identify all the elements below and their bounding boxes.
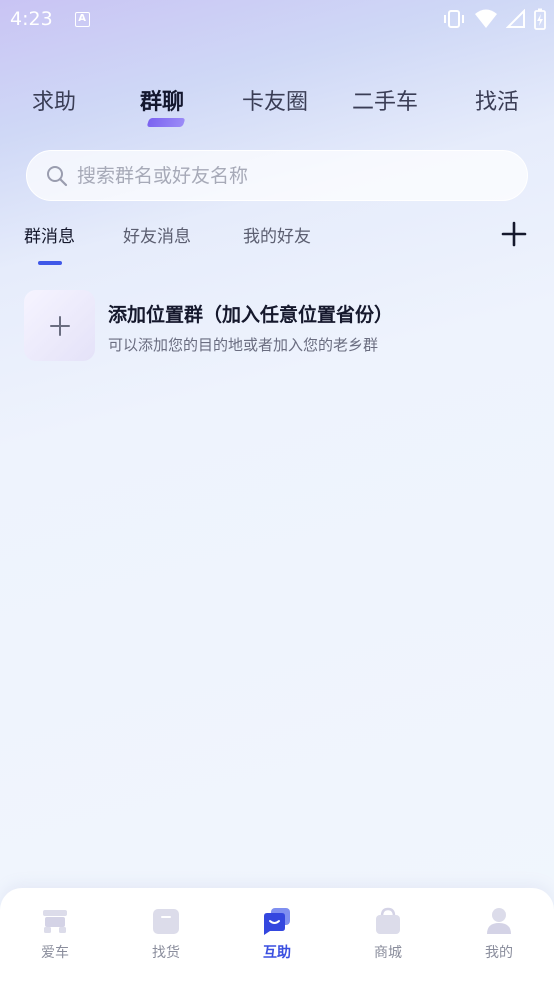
nav-label-find-cargo: 找货 bbox=[152, 945, 180, 961]
subtab-indicator bbox=[38, 261, 62, 265]
truck-icon bbox=[43, 910, 67, 933]
subtab-my-friends[interactable]: 我的好友 bbox=[243, 222, 311, 247]
wifi-icon bbox=[475, 9, 497, 28]
tab-find-work[interactable]: 找活 bbox=[475, 84, 519, 116]
status-bar: 4:23 A bbox=[0, 0, 554, 38]
subtab-friend-messages[interactable]: 好友消息 bbox=[123, 222, 191, 247]
nav-item-mutual-help[interactable]: 互助 bbox=[222, 888, 332, 984]
plus-icon bbox=[49, 315, 70, 336]
nav-item-profile[interactable]: 我的 bbox=[444, 888, 554, 984]
tab-group-chat[interactable]: 群聊 bbox=[140, 84, 184, 116]
signal-icon bbox=[506, 9, 525, 28]
search-icon bbox=[47, 165, 68, 186]
nav-label-mutual-help: 互助 bbox=[263, 945, 291, 961]
status-icons bbox=[442, 8, 546, 30]
bottom-nav: 爱车 找货 互助 商城 我的 bbox=[0, 888, 554, 984]
vibrate-icon bbox=[444, 10, 464, 28]
subtab-group-messages[interactable]: 群消息 bbox=[24, 222, 75, 247]
sub-tabs: 群消息 好友消息 我的好友 bbox=[0, 222, 554, 252]
active-tab-indicator bbox=[146, 118, 186, 127]
status-time: 4:23 bbox=[10, 8, 53, 30]
chat-icon bbox=[264, 908, 290, 935]
group-item-title: 添加位置群（加入任意位置省份） bbox=[108, 304, 394, 326]
nav-item-mall[interactable]: 商城 bbox=[333, 888, 443, 984]
nav-item-my-truck[interactable]: 爱车 bbox=[0, 888, 110, 984]
nav-label-profile: 我的 bbox=[485, 945, 513, 961]
shopping-bag-icon bbox=[376, 907, 400, 934]
add-group-icon bbox=[24, 290, 95, 361]
group-item-description: 可以添加您的目的地或者加入您的老乡群 bbox=[108, 336, 379, 354]
battery-icon bbox=[534, 8, 546, 30]
add-location-group-item[interactable]: 添加位置群（加入任意位置省份） 可以添加您的目的地或者加入您的老乡群 bbox=[24, 290, 530, 362]
box-icon bbox=[153, 909, 179, 934]
add-icon[interactable] bbox=[500, 220, 528, 248]
person-icon bbox=[487, 908, 511, 934]
top-tabs: 求助 群聊 卡友圈 二手车 找活 bbox=[0, 84, 554, 134]
nav-label-mall: 商城 bbox=[374, 945, 402, 961]
tab-help[interactable]: 求助 bbox=[32, 84, 76, 116]
nav-item-find-cargo[interactable]: 找货 bbox=[111, 888, 221, 984]
search-input[interactable] bbox=[77, 164, 497, 187]
search-box[interactable] bbox=[26, 150, 528, 201]
tab-trucker-circle[interactable]: 卡友圈 bbox=[242, 84, 308, 116]
tab-used-cars[interactable]: 二手车 bbox=[352, 84, 418, 116]
notification-icon: A bbox=[74, 11, 90, 27]
nav-label-my-truck: 爱车 bbox=[41, 945, 69, 961]
